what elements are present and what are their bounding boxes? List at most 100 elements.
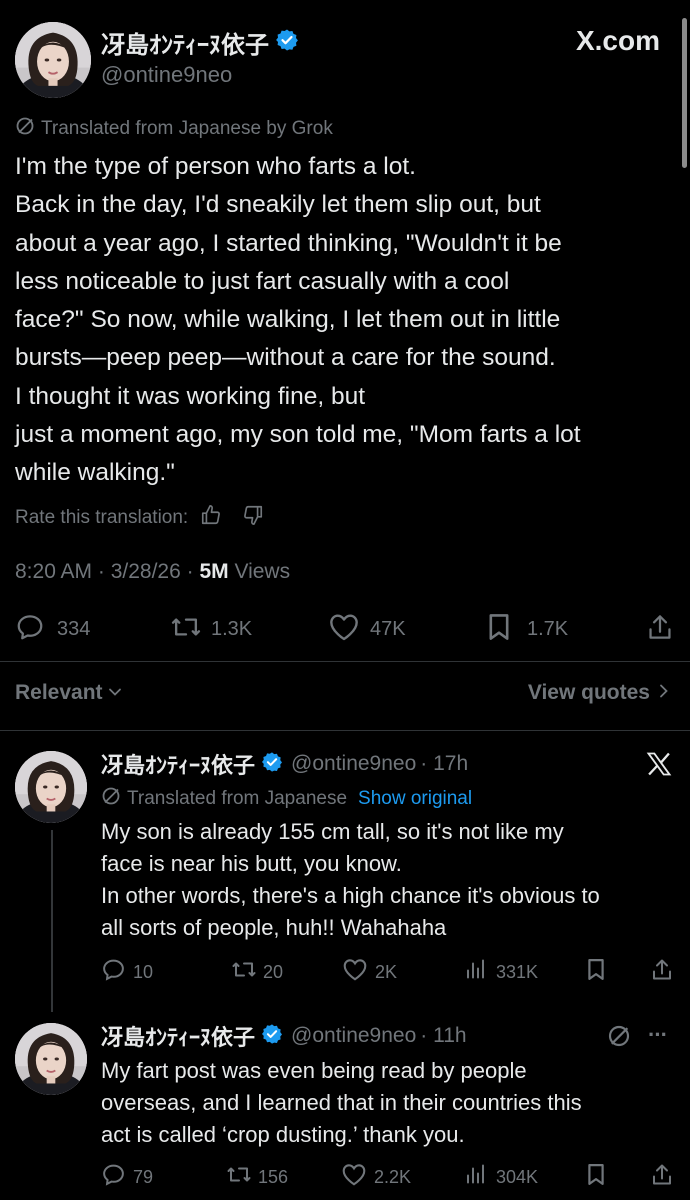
reply-icon [101,1162,126,1192]
view-quotes-label: View quotes [527,681,650,704]
views-button[interactable]: 304K [465,1162,538,1192]
translation-note-label: Translated from Japanese by Grok [41,118,333,139]
handle[interactable]: @ontine9neo [101,62,299,88]
author-header: 冴島ｵﾝﾃｨｰﾇ依子 @ontine9neo [101,25,299,88]
share-button[interactable] [651,957,673,987]
views-button[interactable]: 331K [465,957,538,987]
divider [0,661,690,662]
bookmark-button[interactable] [585,957,607,987]
sort-dropdown[interactable]: Relevant [15,681,122,705]
repost-icon [231,957,257,987]
share-button[interactable] [647,612,673,647]
reply-header: 冴島ｵﾝﾃｨｰﾇ依子 @ontine9neo · 17h [101,748,468,780]
repost-button[interactable]: 1.3K [170,612,252,647]
show-original-link[interactable]: Show original [358,788,472,810]
thread-line [51,830,53,1012]
bookmark-icon [585,1162,607,1192]
like-count: 2.2K [374,1166,412,1187]
views-count: 331K [496,961,539,982]
display-name[interactable]: 冴島ｵﾝﾃｨｰﾇ依子 [101,1020,255,1052]
main-action-bar: 334 1.3K 47K 1.7K [15,612,675,644]
post-line: less noticeable to just fart casually wi… [15,267,510,295]
translate-icon [101,786,121,812]
handle[interactable]: @ontine9neo [291,1024,416,1048]
reply-line: overseas, and I learned that in their co… [101,1090,582,1115]
rate-translation: Rate this translation: [15,504,264,532]
views-label: Views [228,560,291,583]
reply-action-bar: 10 20 2K 331K [101,957,673,985]
reply-line: act is called ‘crop dusting.’ thank you. [101,1122,465,1147]
share-icon [651,1162,673,1192]
x-logo-icon[interactable] [645,750,673,783]
bookmark-icon [485,612,513,647]
share-icon [651,957,673,987]
bookmark-icon [585,957,607,987]
verified-badge-icon [261,1023,283,1050]
thumbs-up-icon[interactable] [200,504,222,532]
post-line: just a moment ago, my son told me, "Mom … [15,421,581,449]
display-name[interactable]: 冴島ｵﾝﾃｨｰﾇ依子 [101,748,255,780]
translation-note: Translated from Japanese Show original [101,786,472,812]
grok-icon[interactable] [607,1024,631,1053]
chevron-right-icon [658,681,670,705]
bookmark-button[interactable] [585,1162,607,1192]
x-logo-brand: X.com [575,25,660,56]
divider [0,730,690,731]
reply-count: 79 [133,1166,154,1187]
reply-count: 334 [57,618,91,640]
avatar[interactable] [15,751,87,823]
heart-icon [328,612,360,647]
like-button[interactable]: 2K [342,957,397,987]
analytics-icon [465,957,487,987]
repost-icon [170,612,202,647]
avatar[interactable] [15,22,91,98]
scrollbar[interactable] [682,18,687,168]
like-button[interactable]: 47K [328,612,406,647]
display-name[interactable]: 冴島ｵﾝﾃｨｰﾇ依子 [101,25,269,60]
reply-button[interactable]: 79 [101,1162,153,1192]
reply-line: In other words, there's a high chance it… [101,883,600,908]
repost-count: 156 [258,1166,289,1187]
translation-note-label: Translated from Japanese [127,788,348,809]
repost-count: 20 [263,961,284,982]
chevron-down-icon [108,681,122,705]
more-options-button[interactable]: ··· [648,1022,668,1048]
reply-line: face is near his butt, you know. [101,851,402,876]
reply-body: My son is already 155 cm tall, so it's n… [101,816,686,944]
reply-icon [101,957,126,987]
post-time[interactable]: · 11h [420,1024,466,1048]
post-line: I'm the type of person who farts a lot. [15,153,416,180]
post-line: Back in the day, I'd sneakily let them s… [15,191,541,219]
post-time[interactable]: · 17h [420,752,468,776]
post-body: I'm the type of person who farts a lot. … [15,148,685,493]
reply-count: 10 [133,961,154,982]
reply-button[interactable]: 334 [15,612,90,647]
reply-button[interactable]: 10 [101,957,153,987]
post-line: face?" So now, while walking, I let them… [15,306,561,334]
view-quotes-link[interactable]: View quotes [528,681,670,705]
heart-icon [341,1162,367,1192]
repost-button[interactable]: 20 [231,957,283,987]
verified-badge-icon [275,28,299,57]
repost-button[interactable]: 156 [226,1162,288,1192]
timestamp-row: 8:20 AM · 3/28/26 · 5M Views [15,560,290,584]
share-button[interactable] [651,1162,673,1192]
like-count: 47K [370,618,406,640]
reply-line: My son is already 155 cm tall, so it's n… [101,819,564,844]
views-count: 5M [199,560,229,583]
bookmark-button[interactable]: 1.7K [485,612,568,647]
like-button[interactable]: 2.2K [341,1162,411,1192]
bookmark-count: 1.7K [527,618,569,640]
handle[interactable]: @ontine9neo [291,752,416,776]
thumbs-down-icon[interactable] [242,504,264,532]
repost-count: 1.3K [211,618,253,640]
views-count: 304K [496,1166,539,1187]
sort-label: Relevant [15,681,103,704]
avatar[interactable] [15,1023,87,1095]
reply-header: 冴島ｵﾝﾃｨｰﾇ依子 @ontine9neo · 11h [101,1020,467,1052]
rate-translation-label: Rate this translation: [15,507,189,528]
like-count: 2K [375,961,398,982]
timestamp[interactable]: 8:20 AM · 3/28/26 · [15,560,199,583]
heart-icon [342,957,368,987]
reply-line: all sorts of people, huh!! Wahahaha [101,915,447,940]
